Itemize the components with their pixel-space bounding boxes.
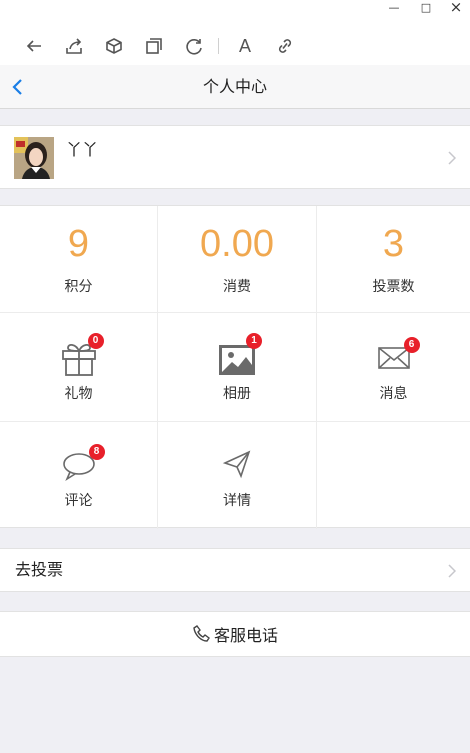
feature-label: 评论 [64, 493, 93, 509]
customer-service-label: 客服电话 [213, 626, 278, 645]
phone-icon [193, 625, 210, 642]
feature-gift[interactable]: 0 礼物 [0, 313, 158, 422]
feature-messages[interactable]: 6 消息 [317, 313, 470, 422]
gift-icon: 0 [59, 333, 104, 377]
feature-comments[interactable]: 8 评论 [0, 422, 158, 529]
user-name: 丫丫 [66, 140, 99, 159]
nav-bar: 个人中心 [0, 65, 470, 109]
feature-album[interactable]: 1 相册 [158, 313, 317, 422]
badge: 6 [403, 337, 420, 353]
customer-service-row[interactable]: 客服电话 [0, 611, 470, 657]
feature-details[interactable]: 详情 [158, 422, 317, 529]
stat-spending[interactable]: 0.00 消费 [158, 206, 317, 313]
back-arrow-icon[interactable] [14, 34, 54, 58]
copy-icon[interactable] [134, 34, 174, 58]
link-icon[interactable] [265, 34, 305, 58]
maximize-button[interactable]: □ [411, 0, 441, 14]
close-button[interactable]: × [441, 0, 470, 16]
badge: 1 [246, 333, 262, 349]
feature-label: 消息 [379, 386, 408, 402]
feature-label: 详情 [223, 493, 251, 509]
refresh-icon[interactable] [174, 34, 214, 58]
go-vote-row[interactable]: 去投票 [0, 548, 470, 592]
stat-points[interactable]: 9 积分 [0, 206, 158, 313]
chevron-right-icon [448, 151, 456, 165]
paper-plane-icon [222, 449, 252, 479]
customer-service-button[interactable]: 客服电话 [0, 612, 470, 656]
stat-value: 9 [67, 223, 90, 265]
stat-label: 投票数 [372, 279, 415, 295]
comment-bubble-icon: 8 [62, 444, 105, 482]
profile-row[interactable]: 丫丫 [0, 125, 470, 189]
stat-votes[interactable]: 3 投票数 [317, 206, 470, 313]
feature-grid: 9 积分 0.00 消费 3 投票数 0 礼物 1 相册 6 消息 8 评论 详… [0, 205, 470, 529]
browser-chrome: — □ × A [0, 0, 470, 65]
badge: 8 [88, 444, 105, 460]
minimize-button[interactable]: — [379, 0, 409, 14]
page-title: 个人中心 [202, 77, 267, 96]
stat-label: 消费 [223, 279, 251, 295]
toolbar-separator [218, 38, 219, 54]
chevron-right-icon [448, 564, 456, 578]
share-icon[interactable] [54, 34, 94, 58]
stat-value: 0.00 [200, 223, 274, 265]
empty-cell [317, 422, 470, 529]
badge: 0 [87, 333, 104, 349]
stat-value: 3 [382, 223, 405, 265]
toolbar: A [14, 34, 305, 58]
envelope-icon: 6 [377, 337, 420, 373]
box-icon[interactable] [94, 34, 134, 58]
stat-label: 积分 [64, 279, 93, 295]
go-vote-label: 去投票 [15, 560, 64, 579]
avatar [14, 137, 54, 179]
photo-album-icon: 1 [217, 333, 262, 377]
feature-label: 相册 [223, 386, 251, 402]
font-icon[interactable]: A [225, 34, 265, 58]
feature-label: 礼物 [64, 386, 93, 402]
